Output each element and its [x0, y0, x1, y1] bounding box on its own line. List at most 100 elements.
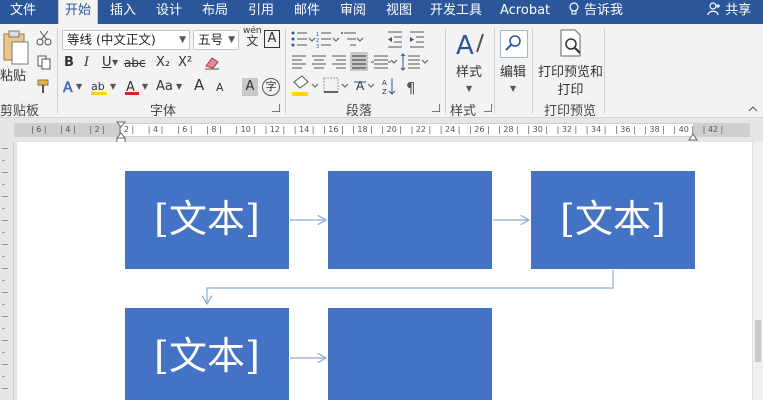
- chevron-down-icon[interactable]: ▼: [142, 78, 148, 96]
- distributed-icon[interactable]: [371, 55, 391, 69]
- ruler-tick-label: | 4 |: [60, 125, 76, 134]
- tab-layout[interactable]: 布局: [196, 0, 234, 24]
- chevron-down-icon[interactable]: ▼: [76, 78, 82, 96]
- tab-review[interactable]: 审阅: [334, 0, 372, 24]
- chevron-down-icon[interactable]: [367, 83, 375, 88]
- find-button[interactable]: [500, 30, 528, 58]
- chevron-down-icon[interactable]: ▼: [466, 80, 472, 98]
- document-canvas[interactable]: [文本] [文本] [文本]: [17, 142, 752, 400]
- phonetic-guide-button[interactable]: wén 文: [243, 26, 262, 48]
- ruler-tick-label: | 4 |: [147, 125, 164, 134]
- character-shading-button[interactable]: A: [242, 78, 258, 96]
- font-name-dropdown[interactable]: 等线 (中文正文) ▼: [62, 30, 190, 50]
- tab-file[interactable]: 文件: [4, 0, 42, 24]
- increase-indent-icon[interactable]: [410, 31, 424, 48]
- font-color-icon[interactable]: A: [124, 78, 140, 96]
- chevron-down-icon[interactable]: ▼: [112, 54, 118, 72]
- character-border-button[interactable]: A: [264, 30, 280, 48]
- vruler-tick: [2, 256, 5, 257]
- superscript-button[interactable]: X²: [178, 54, 192, 72]
- font-dialog-launcher[interactable]: [272, 104, 280, 112]
- font-name-value: 等线 (中文正文): [67, 32, 156, 47]
- shrink-font-button[interactable]: A: [216, 79, 224, 97]
- multilevel-list-icon[interactable]: [341, 32, 356, 46]
- grow-font-button[interactable]: A: [194, 76, 204, 94]
- sort-icon[interactable]: AZ: [382, 78, 396, 96]
- chevron-down-icon[interactable]: [421, 59, 429, 64]
- diagram-box[interactable]: [文本]: [125, 308, 289, 400]
- print-preview-icon[interactable]: [556, 28, 586, 58]
- share-button[interactable]: 共享: [701, 0, 763, 24]
- vruler-tick: [2, 268, 8, 269]
- enclose-characters-button[interactable]: 字: [262, 78, 280, 96]
- underline-button[interactable]: U: [102, 54, 112, 72]
- tell-me-search[interactable]: 告诉我: [562, 0, 629, 24]
- font-size-dropdown[interactable]: 五号 ▼: [193, 30, 239, 50]
- align-right-icon[interactable]: [332, 55, 346, 69]
- borders-icon[interactable]: [323, 77, 339, 93]
- chevron-down-icon[interactable]: [311, 83, 319, 88]
- chevron-down-icon[interactable]: ▼: [510, 80, 516, 98]
- tab-design[interactable]: 设计: [150, 0, 188, 24]
- chevron-down-icon[interactable]: ▼: [110, 78, 116, 96]
- copy-icon[interactable]: [36, 54, 52, 70]
- italic-button[interactable]: I: [84, 54, 89, 72]
- vertical-scrollbar[interactable]: [752, 142, 763, 400]
- vruler-tick: [2, 352, 5, 353]
- diagram-box[interactable]: [文本]: [531, 171, 695, 269]
- vruler-tick: [2, 328, 5, 329]
- share-label: 共享: [725, 3, 752, 18]
- chinese-layout-icon[interactable]: A: [354, 79, 366, 93]
- line-spacing-icon[interactable]: [400, 53, 420, 71]
- align-left-icon[interactable]: [292, 55, 306, 69]
- diagram-box[interactable]: [328, 308, 492, 400]
- tab-acrobat[interactable]: Acrobat: [494, 0, 556, 24]
- show-marks-icon[interactable]: ¶: [406, 79, 416, 97]
- change-case-button[interactable]: Aa: [156, 78, 173, 96]
- ruler-tick-label: | 20 |: [381, 125, 403, 134]
- collapse-ribbon-icon[interactable]: [748, 104, 758, 112]
- justify-icon[interactable]: [350, 52, 368, 71]
- vruler-tick: [2, 280, 5, 281]
- diagram-box[interactable]: [328, 171, 492, 269]
- subscript-button[interactable]: X₂: [156, 54, 170, 72]
- bullets-icon[interactable]: [291, 31, 308, 47]
- shading-icon[interactable]: [292, 75, 309, 96]
- svg-text:A: A: [63, 80, 73, 96]
- bold-button[interactable]: B: [64, 54, 74, 72]
- print-preview-button[interactable]: 打印预览和 打印: [538, 64, 603, 100]
- decrease-indent-icon[interactable]: [388, 31, 402, 48]
- diagram-box[interactable]: [文本]: [125, 171, 289, 269]
- tab-view[interactable]: 视图: [380, 0, 418, 24]
- numbering-icon[interactable]: 123: [316, 32, 331, 50]
- format-painter-icon[interactable]: [36, 78, 52, 94]
- chevron-down-icon[interactable]: [341, 83, 349, 88]
- chevron-down-icon[interactable]: ▼: [176, 78, 182, 96]
- ruler-tick-label: | 6 |: [177, 125, 193, 134]
- tab-mailings[interactable]: 邮件: [288, 0, 326, 24]
- tab-home[interactable]: 开始: [58, 0, 99, 24]
- ruler-tick-label: | 34 |: [585, 125, 607, 134]
- align-center-icon[interactable]: [312, 55, 326, 69]
- right-indent-marker[interactable]: [688, 131, 698, 141]
- styles-dialog-launcher[interactable]: [484, 104, 492, 112]
- styles-icon[interactable]: A: [455, 28, 485, 60]
- chevron-down-icon[interactable]: [308, 37, 316, 42]
- tab-developer[interactable]: 开发工具: [424, 0, 488, 24]
- chevron-down-icon[interactable]: [332, 37, 340, 42]
- strikethrough-button[interactable]: abc: [124, 54, 146, 72]
- highlight-color-icon[interactable]: ab: [90, 78, 108, 96]
- vertical-ruler[interactable]: [0, 142, 14, 400]
- paste-button[interactable]: 粘贴: [0, 68, 26, 86]
- cut-icon[interactable]: [36, 30, 52, 46]
- scrollbar-thumb[interactable]: [755, 320, 761, 362]
- tab-insert[interactable]: 插入: [104, 0, 142, 24]
- text-effects-icon[interactable]: A: [62, 78, 76, 96]
- clear-formatting-icon[interactable]: [204, 56, 220, 70]
- paragraph-dialog-launcher[interactable]: [432, 104, 440, 112]
- chevron-down-icon[interactable]: [356, 37, 364, 42]
- tab-references[interactable]: 引用: [242, 0, 280, 24]
- chevron-down-icon[interactable]: [390, 59, 398, 64]
- paste-icon[interactable]: [2, 30, 30, 66]
- svg-text:A: A: [356, 79, 365, 93]
